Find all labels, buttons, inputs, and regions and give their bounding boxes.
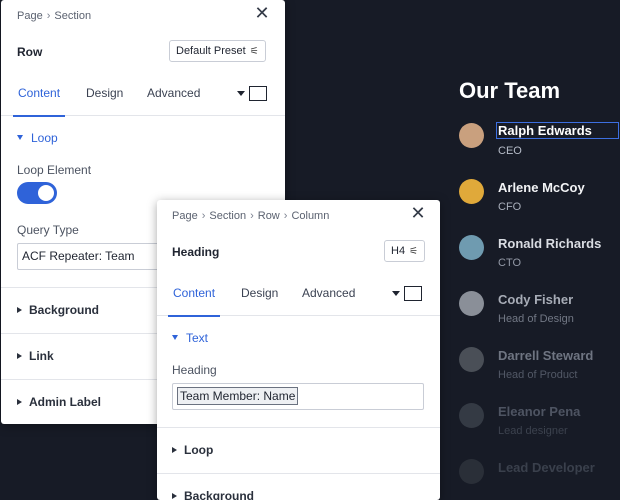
tab-advanced[interactable]: Advanced — [147, 84, 200, 116]
preset-label: Default Preset — [176, 45, 246, 57]
member-name: Ronald Richards — [498, 236, 602, 251]
element-title: Row — [17, 45, 43, 59]
avatar — [459, 347, 484, 372]
section-header-background[interactable]: Background — [157, 473, 440, 500]
chevron-right-icon: › — [46, 10, 51, 22]
member-role: Head of Design — [498, 313, 574, 325]
section-title: Admin Label — [29, 395, 102, 409]
avatar — [459, 179, 484, 204]
query-type-label: Query Type — [17, 223, 79, 237]
avatar — [459, 123, 484, 148]
section-title: Background — [29, 303, 100, 317]
member-role: CFO — [498, 201, 522, 213]
member-name[interactable]: Ralph Edwards — [496, 122, 619, 139]
square-icon — [404, 286, 422, 301]
member-name: Lead Developer — [498, 460, 595, 475]
breadcrumb-item[interactable]: Page — [17, 10, 43, 22]
avatar — [459, 235, 484, 260]
square-icon — [249, 86, 267, 101]
tag-button[interactable]: H4 ⚟ — [384, 240, 426, 262]
caret-right-icon — [17, 307, 22, 313]
close-icon[interactable]: ✕ — [409, 204, 427, 223]
preset-button[interactable]: Default Preset ⚟ — [169, 40, 266, 62]
section-title: Text — [186, 331, 209, 345]
member-role: CEO — [498, 145, 522, 157]
avatar — [459, 403, 484, 428]
member-name: Cody Fisher — [498, 292, 574, 307]
tab-advanced[interactable]: Advanced — [302, 284, 355, 316]
chevron-right-icon: › — [250, 210, 254, 222]
member-role: CTO — [498, 257, 522, 269]
tab-bar: Content Design Advanced — [157, 284, 440, 317]
section-header-loop[interactable]: Loop — [17, 131, 58, 145]
loop-element-toggle[interactable] — [17, 182, 57, 204]
member-name: Eleanor Pena — [498, 404, 581, 419]
tag-label: H4 — [391, 245, 406, 257]
team-title: Our Team — [459, 78, 561, 103]
avatar — [459, 459, 484, 484]
team-member[interactable]: Cody Fisher Head of Design — [459, 291, 620, 335]
loop-element-label: Loop Element — [17, 163, 92, 177]
section-title: Link — [29, 349, 54, 363]
breadcrumb-item[interactable]: Section — [209, 210, 246, 222]
section-title: Loop — [184, 443, 214, 457]
team-member[interactable]: Lead Developer — [459, 459, 620, 500]
team-member[interactable]: Ralph Edwards CEO — [459, 122, 620, 167]
tab-design[interactable]: Design — [86, 84, 123, 116]
breadcrumb-item[interactable]: Page — [172, 210, 198, 222]
tab-bar: Content Design Advanced — [1, 84, 285, 117]
heading-settings-panel: Page › Section › Row › Column ✕ Heading H4 ⚟ Co… — [157, 200, 440, 500]
section-header-loop[interactable]: Loop — [157, 427, 440, 473]
team-member[interactable]: Ronald Richards CTO — [459, 235, 620, 279]
breadcrumb-item[interactable]: Row — [258, 210, 280, 222]
panel-toggle-icon[interactable] — [237, 86, 271, 104]
caret-right-icon — [172, 447, 177, 453]
section-header-text[interactable]: Text — [172, 331, 208, 345]
caret-down-icon — [172, 335, 178, 341]
section-title: Background — [184, 489, 255, 500]
tab-design[interactable]: Design — [241, 284, 278, 316]
section-title: Loop — [31, 131, 58, 145]
caret-right-icon — [17, 353, 22, 359]
member-name: Arlene McCoy — [498, 180, 585, 195]
toggle-knob — [38, 185, 54, 201]
tab-content[interactable]: Content — [12, 84, 66, 117]
member-name: Darrell Steward — [498, 348, 594, 363]
team-member[interactable]: Eleanor Pena Lead designer — [459, 403, 620, 447]
caret-down-icon — [392, 291, 400, 296]
chevron-right-icon: › — [283, 210, 288, 222]
team-member[interactable]: Arlene McCoy CFO — [459, 179, 620, 223]
tab-content[interactable]: Content — [167, 284, 221, 317]
breadcrumb-item[interactable]: Section — [54, 10, 91, 22]
caret-right-icon — [172, 493, 177, 499]
member-role: Head of Product — [498, 369, 578, 381]
close-icon[interactable]: ✕ — [253, 4, 271, 23]
team-member[interactable]: Darrell Steward Head of Product — [459, 347, 620, 391]
query-type-select[interactable]: ACF Repeater: Team — [17, 243, 169, 270]
caret-down-icon — [237, 91, 245, 96]
sliders-icon: ⚟ — [249, 46, 259, 57]
breadcrumb-item[interactable]: Column — [291, 210, 329, 222]
chevron-right-icon: › — [201, 210, 206, 222]
caret-right-icon — [17, 399, 22, 405]
breadcrumb: Page › Section › Row › Column — [172, 210, 329, 222]
heading-label: Heading — [172, 363, 217, 377]
caret-down-icon — [17, 135, 23, 141]
panel-toggle-icon[interactable] — [392, 286, 426, 304]
sliders-icon: ⚟ — [409, 246, 419, 257]
breadcrumb: Page › Section — [17, 10, 91, 22]
member-role: Lead designer — [498, 425, 568, 437]
dynamic-tag[interactable]: Team Member: Name — [177, 387, 299, 405]
heading-input[interactable]: Team Member: Name — [172, 383, 424, 410]
element-title: Heading — [172, 245, 220, 259]
avatar — [459, 291, 484, 316]
